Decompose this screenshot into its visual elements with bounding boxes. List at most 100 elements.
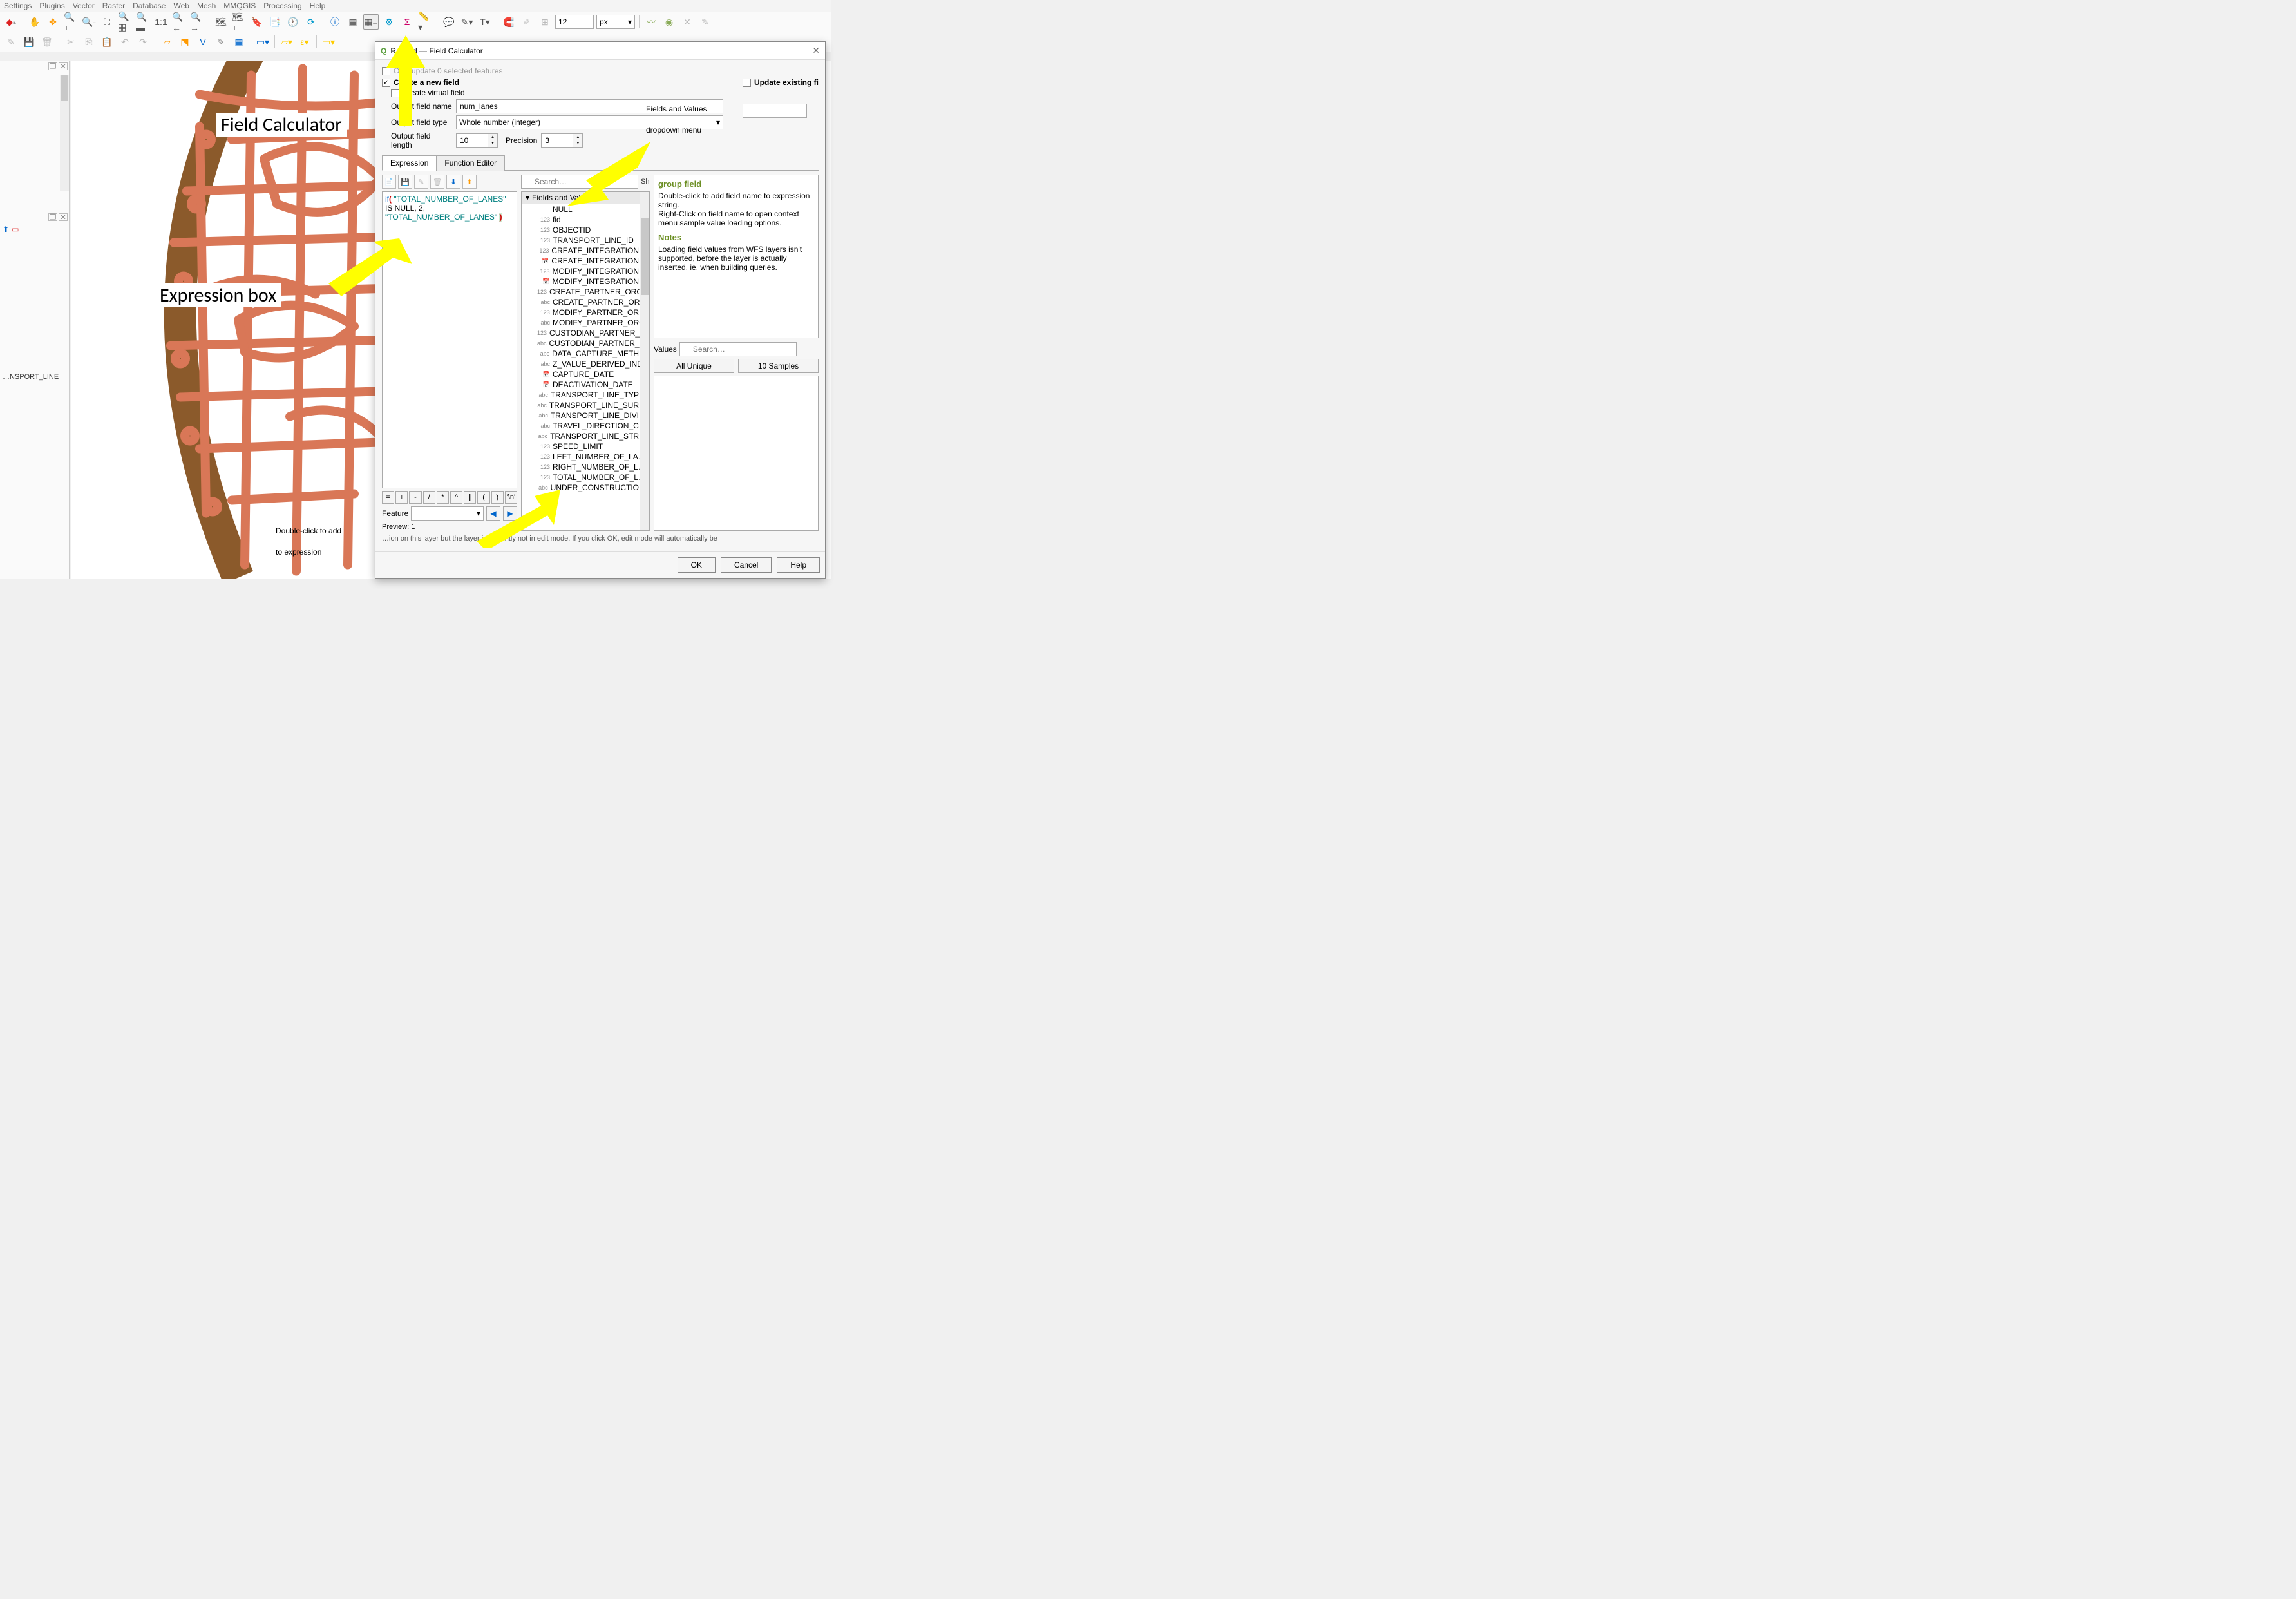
snapping-distance[interactable] <box>555 15 594 29</box>
delete-expr-icon[interactable]: 🗑 <box>430 175 444 189</box>
field-item[interactable]: 123fid <box>522 215 649 225</box>
layer-item[interactable]: …NSPORT_LINE <box>0 372 69 382</box>
text-annot-icon[interactable]: T▾ <box>477 14 493 30</box>
zoom-layer-icon[interactable]: 🔍▬ <box>135 14 151 30</box>
new-expr-icon[interactable]: 📄 <box>382 175 396 189</box>
identify-icon[interactable]: ⓘ <box>327 14 343 30</box>
add-poly-icon[interactable]: ▱ <box>159 34 175 50</box>
field-item[interactable]: abcCUSTODIAN_PARTNER_… <box>522 338 649 349</box>
update-field-combo[interactable] <box>743 104 807 118</box>
tab-expression[interactable]: Expression <box>382 155 437 171</box>
topo-check-icon[interactable]: ◉ <box>661 14 677 30</box>
field-item[interactable]: 📅CREATE_INTEGRATION… <box>522 256 649 266</box>
add-path-icon[interactable]: ⬔ <box>177 34 193 50</box>
values-list[interactable] <box>654 376 819 531</box>
new-shp-icon[interactable]: V <box>195 34 211 50</box>
panel2-close-icon[interactable]: ✕ <box>59 213 68 221</box>
op-mul[interactable]: * <box>437 491 449 504</box>
tracing-icon[interactable]: ✐ <box>519 14 535 30</box>
field-item[interactable]: abcDATA_CAPTURE_METH… <box>522 349 649 359</box>
stats-icon[interactable]: Σ <box>399 14 415 30</box>
op-eq[interactable]: = <box>382 491 394 504</box>
modify-icon[interactable]: ✎ <box>697 14 713 30</box>
cancel-button[interactable]: Cancel <box>721 557 772 573</box>
menu-mmqgis[interactable]: MMQGIS <box>223 1 256 10</box>
op-pow[interactable]: ^ <box>450 491 462 504</box>
trash-icon[interactable]: 🗑 <box>39 34 55 50</box>
style-icon[interactable]: ◆a <box>3 14 19 30</box>
field-item[interactable]: abcTRANSPORT_LINE_STR… <box>522 431 649 441</box>
tab-function-editor[interactable]: Function Editor <box>436 155 505 171</box>
field-item[interactable]: 📅MODIFY_INTEGRATION… <box>522 276 649 287</box>
panel-undock-icon[interactable]: ❐ <box>48 62 57 70</box>
field-item[interactable]: 123CREATE_PARTNER_ORG… <box>522 287 649 297</box>
menu-settings[interactable]: Settings <box>4 1 32 10</box>
edit-icon[interactable]: ✎ <box>3 34 19 50</box>
op-div[interactable]: / <box>423 491 435 504</box>
zoom-out-icon[interactable]: 🔍- <box>81 14 97 30</box>
field-item[interactable]: abcZ_VALUE_DERIVED_IND <box>522 359 649 369</box>
new-scratch-icon[interactable]: ▦ <box>231 34 247 50</box>
field-calc-icon[interactable]: ▦= <box>363 14 379 30</box>
delete-icon[interactable]: ✕ <box>679 14 695 30</box>
measure-icon[interactable]: 📏▾ <box>417 14 433 30</box>
menu-help[interactable]: Help <box>310 1 326 10</box>
show-bookmarks-icon[interactable]: 📑 <box>267 14 283 30</box>
field-item[interactable]: 123OBJECTID <box>522 225 649 235</box>
output-field-length[interactable]: ▴▾ <box>456 133 498 148</box>
pan-icon[interactable]: ✋ <box>27 14 43 30</box>
panel2-undock-icon[interactable]: ❐ <box>48 213 57 221</box>
field-item[interactable]: 📅CAPTURE_DATE <box>522 369 649 379</box>
op-concat[interactable]: || <box>464 491 476 504</box>
zoom-full-icon[interactable]: ⛶ <box>99 14 115 30</box>
zoom-selection-icon[interactable]: 🔍▦ <box>117 14 133 30</box>
field-item[interactable]: 123CUSTODIAN_PARTNER_… <box>522 328 649 338</box>
field-item[interactable]: 123SPEED_LIMIT <box>522 441 649 452</box>
panel-scrollbar[interactable] <box>60 75 69 191</box>
new-bookmark-icon[interactable]: 🔖 <box>249 14 265 30</box>
help-button[interactable]: Help <box>777 557 820 573</box>
copy-icon[interactable]: ⎘ <box>81 34 97 50</box>
temporal-icon[interactable]: 🕐 <box>285 14 301 30</box>
cad-icon[interactable]: ⊞ <box>537 14 553 30</box>
deselect-icon[interactable]: ▭▾ <box>321 34 336 50</box>
field-item[interactable]: abcTRANSPORT_LINE_TYP… <box>522 390 649 400</box>
redo-icon[interactable]: ↷ <box>135 34 151 50</box>
panel-close-icon[interactable]: ✕ <box>59 62 68 70</box>
op-plus[interactable]: + <box>395 491 408 504</box>
expand-icon[interactable]: ⬆ <box>3 225 9 234</box>
zoom-in-icon[interactable]: 🔍+ <box>63 14 79 30</box>
collapse-icon[interactable]: ▭ <box>12 225 19 234</box>
toolbox-icon[interactable]: ⚙ <box>381 14 397 30</box>
attr-table-icon[interactable]: ▦ <box>345 14 361 30</box>
topology-icon[interactable]: 〰 <box>643 14 659 30</box>
field-item[interactable]: 123LEFT_NUMBER_OF_LA… <box>522 452 649 462</box>
snapping-unit[interactable]: px▾ <box>596 15 635 29</box>
new-3d-icon[interactable]: 🗺+ <box>231 14 247 30</box>
op-minus[interactable]: - <box>409 491 421 504</box>
new-gpkg-icon[interactable]: ✎ <box>213 34 229 50</box>
refresh-icon[interactable]: ⟳ <box>303 14 319 30</box>
field-item[interactable]: 123MODIFY_PARTNER_OR… <box>522 307 649 318</box>
field-item[interactable]: 123RIGHT_NUMBER_OF_L… <box>522 462 649 472</box>
values-search[interactable] <box>679 342 797 356</box>
field-item[interactable]: abcTRAVEL_DIRECTION_C… <box>522 421 649 431</box>
new-map-icon[interactable]: 🗺 <box>213 14 229 30</box>
field-item[interactable]: abcTRANSPORT_LINE_SUR… <box>522 400 649 410</box>
field-item[interactable]: abcCREATE_PARTNER_ORG <box>522 297 649 307</box>
export-expr-icon[interactable]: ⬆ <box>462 175 477 189</box>
pan-to-selection-icon[interactable]: ✥ <box>45 14 61 30</box>
menu-plugins[interactable]: Plugins <box>39 1 64 10</box>
annotation-icon[interactable]: ✎▾ <box>459 14 475 30</box>
fields-tree[interactable]: ▾Fields and Values NULL123fid123OBJECTID… <box>521 191 650 531</box>
menu-raster[interactable]: Raster <box>102 1 125 10</box>
snapping-icon[interactable]: 🧲 <box>501 14 517 30</box>
select-poly-icon[interactable]: ▱▾ <box>279 34 294 50</box>
save-expr-icon[interactable]: 💾 <box>398 175 412 189</box>
import-expr-icon[interactable]: ⬇ <box>446 175 460 189</box>
ten-samples-button[interactable]: 10 Samples <box>738 359 819 373</box>
menu-web[interactable]: Web <box>173 1 189 10</box>
all-unique-button[interactable]: All Unique <box>654 359 734 373</box>
menu-processing[interactable]: Processing <box>263 1 301 10</box>
close-icon[interactable]: ✕ <box>812 45 820 56</box>
